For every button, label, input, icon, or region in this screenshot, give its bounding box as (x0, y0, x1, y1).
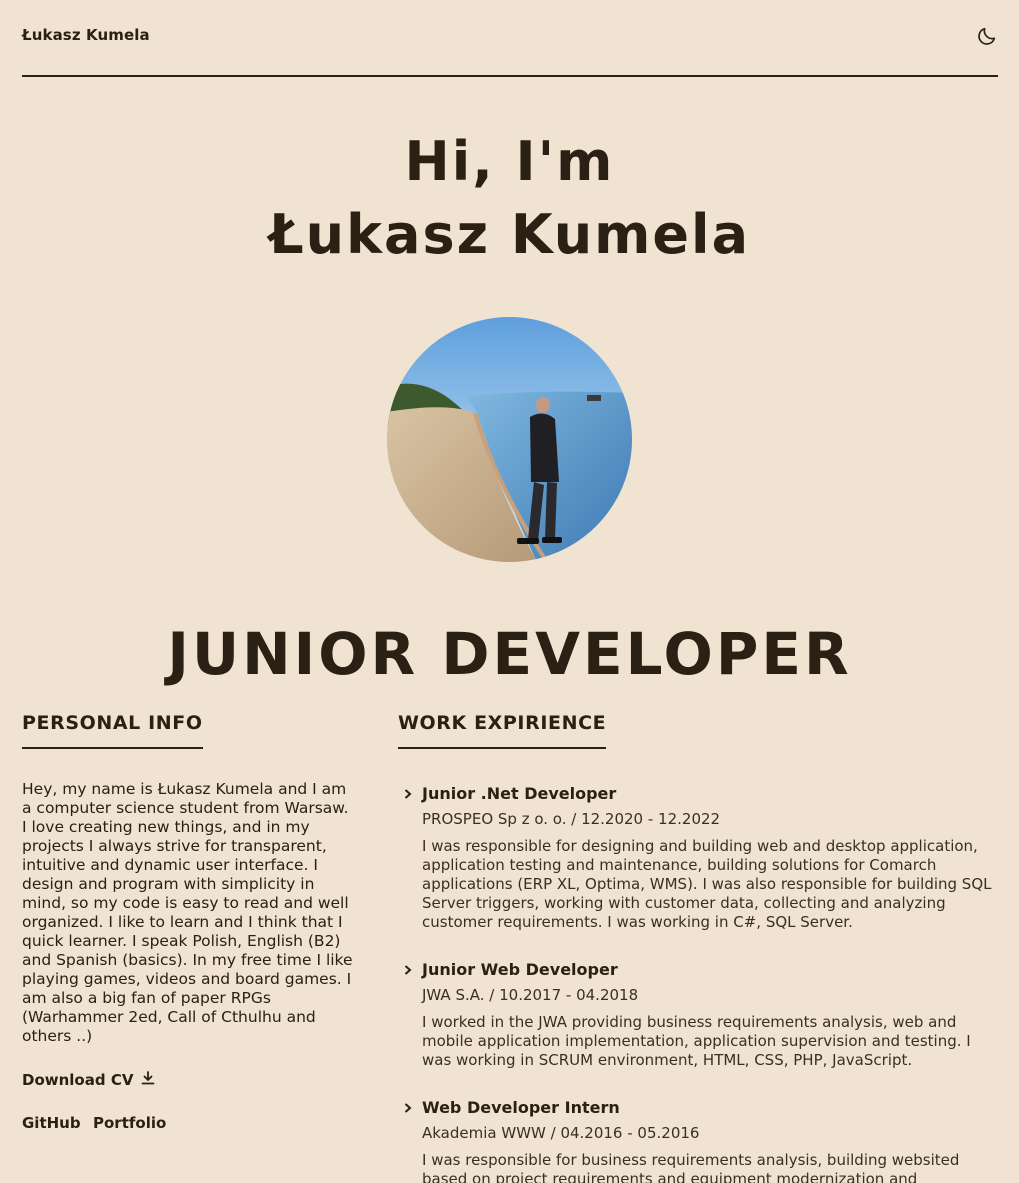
download-icon (141, 1071, 155, 1089)
chevron-right-icon (404, 1103, 414, 1113)
download-cv-link[interactable]: Download CV (22, 1071, 155, 1089)
job-company: Akademia WWW / 04.2016 - 05.2016 (422, 1124, 700, 1142)
portfolio-link[interactable]: Portfolio (93, 1114, 166, 1132)
chevron-right-icon (404, 789, 414, 799)
chevron-right-icon (404, 965, 414, 975)
job-description: I was responsible for designing and buil… (422, 837, 992, 931)
page: Łukasz Kumela Hi, I'm Łukasz Kumela JUNI… (0, 0, 1019, 1183)
job-item: Web Developer Intern Akademia WWW / 04.2… (404, 1098, 994, 1183)
download-cv-label: Download CV (22, 1071, 134, 1089)
job-description: I worked in the JWA providing business r… (422, 1013, 971, 1069)
moon-icon[interactable] (976, 25, 998, 47)
hero-greeting: Hi, I'm (404, 130, 615, 193)
job-item: Junior Web Developer JWA S.A. / 10.2017 … (404, 960, 994, 1070)
role-title: JUNIOR DEVELOPER (167, 620, 852, 688)
github-link[interactable]: GitHub (22, 1114, 81, 1132)
job-company: JWA S.A. / 10.2017 - 04.2018 (422, 986, 639, 1004)
profile-photo (387, 317, 632, 562)
work-experience-heading: WORK EXPIRIENCE (398, 711, 607, 749)
site-header: Łukasz Kumela (22, 0, 998, 77)
job-description: I was responsible for business requireme… (422, 1151, 960, 1183)
job-title: Junior Web Developer (422, 960, 618, 979)
brand-name[interactable]: Łukasz Kumela (22, 26, 150, 44)
hero-name: Łukasz Kumela (268, 203, 751, 266)
job-item: Junior .Net Developer PROSPEO Sp z o. o.… (404, 784, 994, 932)
job-title: Junior .Net Developer (422, 784, 617, 803)
job-company: PROSPEO Sp z o. o. / 12.2020 - 12.2022 (422, 810, 721, 828)
personal-info-heading: PERSONAL INFO (22, 711, 203, 749)
job-title: Web Developer Intern (422, 1098, 620, 1117)
bio-text: Hey, my name is Łukasz Kumela and I am a… (22, 780, 353, 1045)
